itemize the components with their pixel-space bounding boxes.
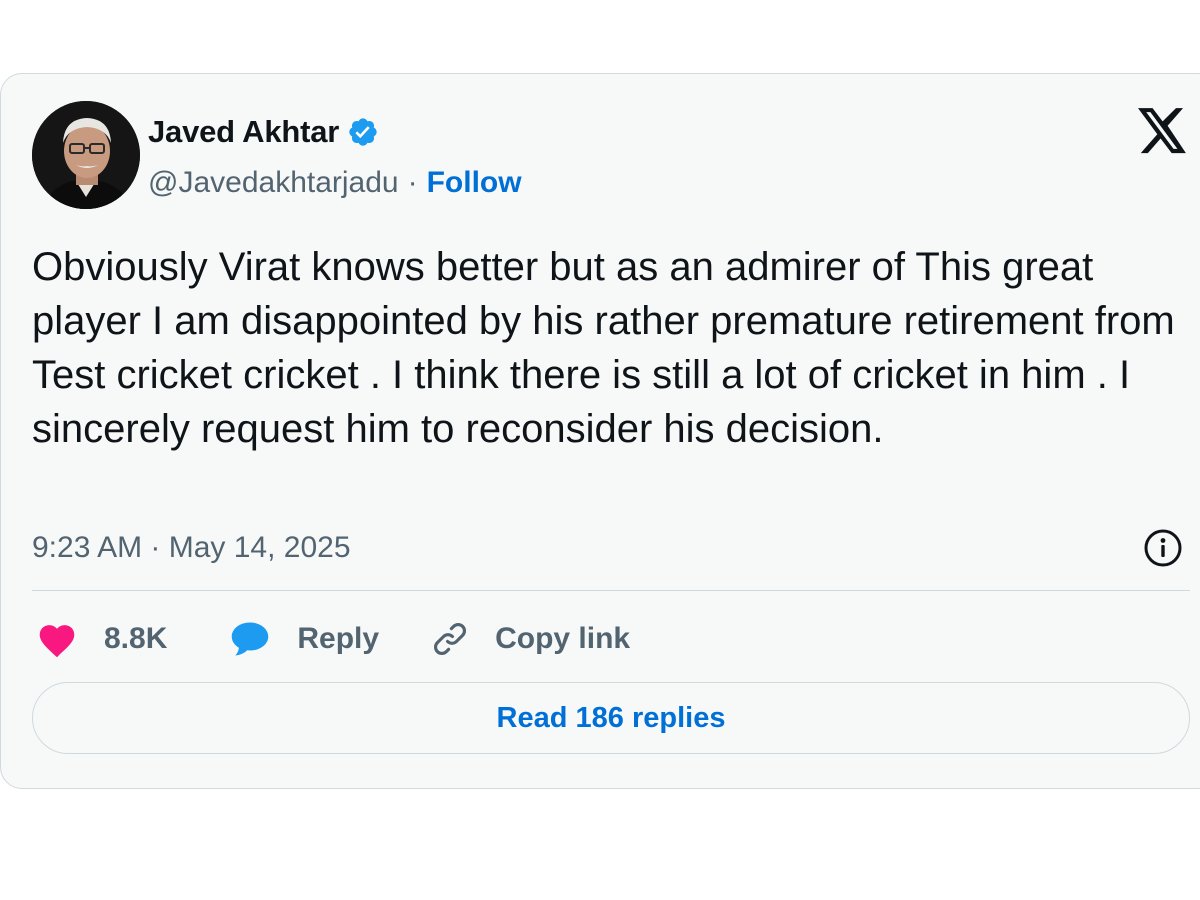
divider	[32, 590, 1190, 591]
speech-bubble-icon	[229, 619, 271, 659]
author-name[interactable]: Javed Akhtar	[148, 114, 339, 150]
verified-badge-icon	[347, 116, 379, 148]
reply-label: Reply	[297, 622, 380, 655]
author-handle-row: @Javedakhtarjadu · Follow	[148, 162, 522, 204]
info-icon[interactable]	[1142, 527, 1184, 569]
tweet-timestamp[interactable]: 9:23 AM · May 14, 2025	[32, 528, 351, 568]
copy-link-button[interactable]: Copy link	[429, 618, 630, 660]
follow-button[interactable]: Follow	[427, 166, 522, 200]
author-handle[interactable]: @Javedakhtarjadu	[148, 166, 399, 200]
avatar[interactable]	[32, 101, 140, 209]
separator-dot: ·	[407, 166, 418, 199]
like-button[interactable]: 8.8K	[36, 620, 167, 658]
copy-link-label: Copy link	[495, 622, 631, 655]
like-count: 8.8K	[104, 622, 168, 655]
x-logo-icon[interactable]	[1138, 108, 1188, 154]
read-replies-button[interactable]: Read 186 replies	[32, 682, 1190, 754]
author-name-row: Javed Akhtar	[148, 110, 379, 154]
reply-button[interactable]: Reply	[229, 619, 379, 659]
action-bar: 8.8K Reply Copy link	[36, 614, 630, 664]
tweet-text: Obviously Virat knows better but as an a…	[32, 245, 1175, 451]
link-icon	[429, 618, 471, 660]
heart-icon	[36, 620, 78, 658]
